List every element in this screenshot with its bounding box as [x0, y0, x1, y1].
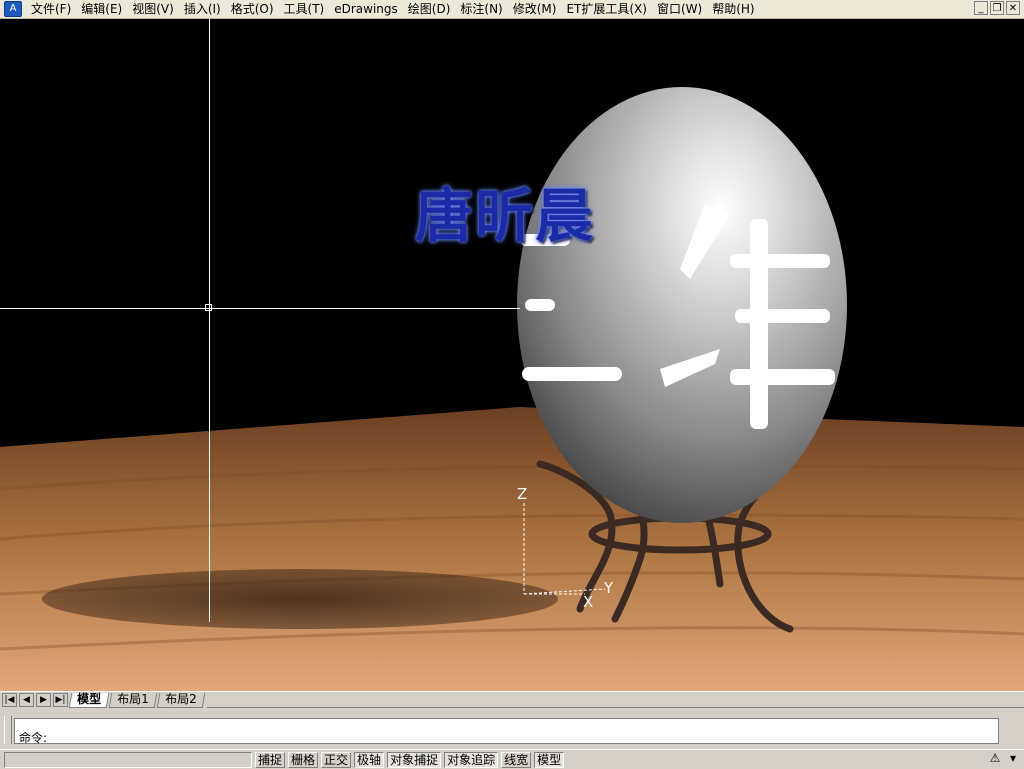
- command-window-grip[interactable]: [4, 716, 12, 744]
- menu-insert[interactable]: 插入(I): [179, 1, 226, 17]
- status-tray: ⚠ ▾: [988, 751, 1020, 765]
- menu-format[interactable]: 格式(O): [226, 1, 279, 17]
- tab-layout1-label: 布局1: [117, 691, 149, 706]
- crosshair-vertical: [209, 19, 210, 622]
- crosshair-horizontal: [0, 308, 520, 309]
- signature-text: 唐昕晨: [415, 182, 596, 250]
- osnap-toggle[interactable]: 对象捕捉: [387, 751, 442, 768]
- menu-draw[interactable]: 绘图(D): [403, 1, 456, 17]
- menu-bar: A 文件(F) 编辑(E) 视图(V) 插入(I) 格式(O) 工具(T) eD…: [0, 0, 1024, 19]
- tab-layout1[interactable]: 布局1: [108, 691, 157, 708]
- drawing-viewport[interactable]: 唐昕晨 Z X Y: [0, 19, 1024, 691]
- wood-floor: [0, 407, 1024, 691]
- layout-tab-bar: |◀ ◀ ▶ ▶| 模型 布局1 布局2: [0, 691, 1024, 708]
- menu-modify[interactable]: 修改(M): [508, 1, 562, 17]
- snap-toggle[interactable]: 捕捉: [255, 751, 286, 768]
- ucs-x-label: X: [583, 593, 594, 611]
- otrack-toggle[interactable]: 对象追踪: [444, 751, 499, 768]
- ucs-y-label: Y: [604, 579, 614, 597]
- menu-dimension[interactable]: 标注(N): [455, 1, 507, 17]
- tab-model[interactable]: 模型: [68, 691, 110, 708]
- horizontal-scroll-area[interactable]: [207, 693, 1024, 708]
- window-controls: _ ❐ ✕: [974, 1, 1020, 15]
- restore-button[interactable]: ❐: [990, 1, 1004, 15]
- coordinate-display[interactable]: [4, 751, 252, 768]
- first-tab-button[interactable]: |◀: [2, 693, 17, 707]
- command-window: 命令:: [0, 708, 1024, 748]
- command-scrollbar[interactable]: [1004, 716, 1022, 746]
- menu-express-tools[interactable]: ET扩展工具(X): [561, 1, 652, 17]
- menu-file[interactable]: 文件(F): [26, 1, 76, 17]
- menu-tools[interactable]: 工具(T): [279, 1, 330, 17]
- egg-shadow: [42, 569, 558, 629]
- minimize-button[interactable]: _: [974, 1, 988, 15]
- communication-center-icon[interactable]: ⚠: [988, 751, 1002, 765]
- lineweight-toggle[interactable]: 线宽: [501, 751, 532, 768]
- ucs-z-label: Z: [517, 485, 528, 503]
- egg: [517, 87, 847, 523]
- status-bar: 捕捉 栅格 正交 极轴 对象捕捉 对象追踪 线宽 模型 ⚠ ▾: [0, 749, 1024, 769]
- menu-edit[interactable]: 编辑(E): [76, 1, 127, 17]
- tab-layout2[interactable]: 布局2: [156, 691, 205, 708]
- render-scene: [0, 87, 1024, 691]
- tab-layout2-label: 布局2: [164, 691, 197, 706]
- crosshair-pickbox: [205, 304, 212, 311]
- menu-window[interactable]: 窗口(W): [652, 1, 707, 17]
- autocad-app-icon[interactable]: A: [4, 1, 22, 17]
- grid-toggle[interactable]: 栅格: [288, 751, 319, 768]
- model-space-toggle[interactable]: 模型: [534, 751, 565, 768]
- last-tab-button[interactable]: ▶|: [53, 693, 68, 707]
- command-input[interactable]: 命令:: [14, 718, 999, 745]
- menu-view[interactable]: 视图(V): [127, 1, 179, 17]
- ortho-toggle[interactable]: 正交: [321, 751, 352, 768]
- tray-menu-arrow-icon[interactable]: ▾: [1006, 751, 1020, 765]
- prev-tab-button[interactable]: ◀: [19, 693, 34, 707]
- close-button[interactable]: ✕: [1006, 1, 1020, 15]
- next-tab-button[interactable]: ▶: [36, 693, 51, 707]
- menu-help[interactable]: 帮助(H): [707, 1, 759, 17]
- tab-model-label: 模型: [77, 691, 102, 706]
- menu-edrawings[interactable]: eDrawings: [329, 1, 403, 17]
- polar-toggle[interactable]: 极轴: [354, 751, 385, 768]
- command-prompt: 命令:: [19, 731, 48, 745]
